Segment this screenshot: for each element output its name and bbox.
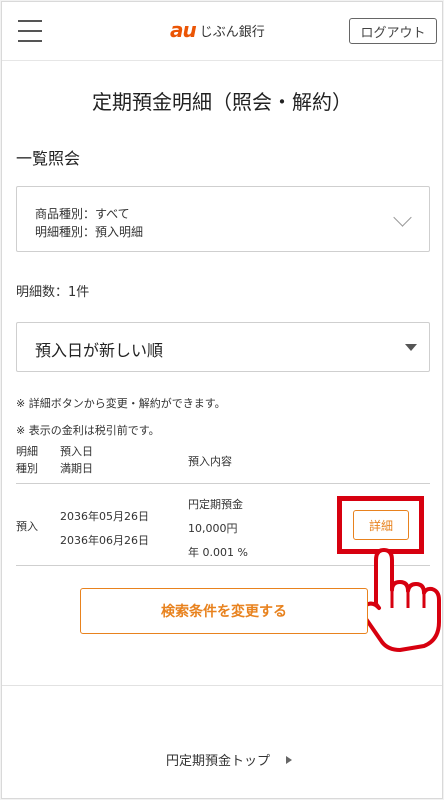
note-detail-button: ※ 詳細ボタンから変更・解約ができます。: [16, 397, 226, 410]
logout-button[interactable]: ログアウト: [349, 18, 437, 44]
triangle-right-icon: [286, 755, 293, 764]
logo-brand: au: [170, 18, 197, 42]
filter-detail-type: 明細種別：預入明細: [35, 225, 144, 239]
yen-time-deposit-top-link[interactable]: 円定期預金トップ: [166, 750, 293, 769]
page-title: 定期預金明細（照会・解約）: [92, 90, 352, 114]
table-header-content: 預入内容: [188, 455, 232, 468]
record-count: 明細数：1件: [16, 285, 90, 300]
table-header-dates: 預入日 満期日: [60, 443, 93, 477]
header: au じぶん銀行 ログアウト: [2, 2, 442, 61]
app-frame: au じぶん銀行 ログアウト 定期預金明細（照会・解約） 一覧照会 商品種別：す…: [1, 1, 443, 799]
header-text: 明細: [16, 445, 38, 458]
sort-select[interactable]: 預入日が新しい順: [16, 322, 430, 372]
row-type: 預入: [16, 520, 38, 533]
menu-icon[interactable]: [18, 20, 42, 42]
logo-text: じぶん銀行: [199, 24, 265, 40]
header-text: 預入日: [60, 445, 93, 458]
row-maturity-date: 2036年06月26日: [60, 534, 149, 547]
link-label: 円定期預金トップ: [166, 754, 271, 769]
header-text: 種別: [16, 462, 38, 475]
filter-product-type: 商品種別：すべて: [35, 207, 130, 221]
divider: [2, 685, 442, 686]
row-rate: 年 0.001 %: [188, 546, 248, 559]
row-amount: 10,000円: [188, 522, 238, 535]
logo: au じぶん銀行: [170, 18, 265, 42]
note-interest-rate: ※ 表示の金利は税引前です。: [16, 424, 160, 437]
row-deposit-date: 2036年05月26日: [60, 510, 149, 523]
chevron-down-icon: [393, 208, 412, 227]
sort-selected-value: 預入日が新しい順: [35, 341, 164, 360]
filter-accordion[interactable]: 商品種別：すべて 明細種別：預入明細: [16, 186, 430, 252]
change-search-button[interactable]: 検索条件を変更する: [80, 588, 368, 634]
header-text: 満期日: [60, 462, 93, 475]
table-header-type: 明細 種別: [16, 443, 38, 477]
section-title: 一覧照会: [16, 149, 81, 168]
caret-down-icon: [405, 344, 417, 351]
row-product: 円定期預金: [188, 498, 243, 511]
divider: [16, 483, 430, 484]
